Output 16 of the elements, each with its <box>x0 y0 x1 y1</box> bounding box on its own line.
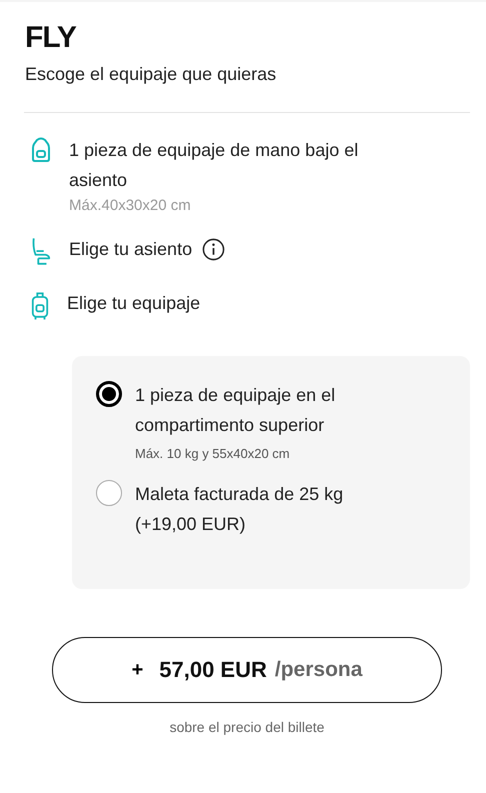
price-button[interactable]: + 57,00 EUR /persona <box>52 637 442 703</box>
footnote: sobre el precio del billete <box>168 719 326 735</box>
subtitle: Escoge el equipaje que quieras <box>25 63 278 86</box>
radio-button[interactable] <box>96 480 122 506</box>
backpack-icon <box>31 137 51 163</box>
fare-title: FLY <box>25 20 78 56</box>
radio-button[interactable] <box>96 381 122 407</box>
option-label[interactable]: 1 pieza de equipaje en el compartimento superior <box>135 380 385 440</box>
suitcase-icon <box>31 290 49 322</box>
option-label[interactable]: Maleta facturada de 25 kg (+19,00 EUR) <box>135 479 385 539</box>
size-limit: Máx.40x30x20 cm <box>69 197 192 214</box>
feature-label: Elige tu asiento <box>69 238 192 261</box>
feature-label: 1 pieza de equipaje de mano bajo el asiento <box>69 139 360 192</box>
size-limit: Máx. 10 kg y 55x40x20 cm <box>135 446 291 461</box>
feature-label: Elige tu equipaje <box>67 292 200 315</box>
info-icon[interactable] <box>202 238 226 260</box>
